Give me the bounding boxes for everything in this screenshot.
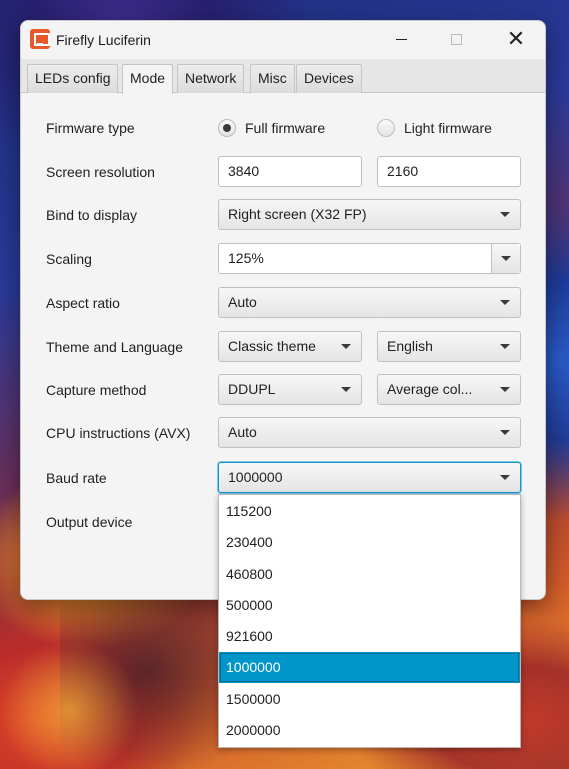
light-firmware-radio[interactable] (377, 119, 395, 137)
tab-bar: LEDs config Mode Network Misc Devices (21, 59, 545, 94)
minimize-button[interactable] (378, 21, 424, 57)
tab-network[interactable]: Network (177, 64, 245, 93)
screen-resolution-label: Screen resolution (46, 164, 155, 180)
bind-to-display-value: Right screen (X32 FP) (228, 206, 367, 222)
chevron-down-icon (500, 387, 510, 392)
capture-method-select[interactable]: DDUPL (218, 374, 362, 405)
baud-rate-select[interactable]: 1000000 (218, 462, 521, 493)
tab-devices[interactable]: Devices (296, 64, 362, 93)
theme-language-label: Theme and Language (46, 339, 183, 355)
tab-leds-config[interactable]: LEDs config (27, 64, 119, 93)
full-firmware-radio[interactable] (218, 119, 236, 137)
language-select[interactable]: English (377, 331, 521, 362)
language-value: English (387, 338, 433, 354)
theme-value: Classic theme (228, 338, 316, 354)
firmware-type-label: Firmware type (46, 120, 135, 136)
aspect-ratio-label: Aspect ratio (46, 295, 120, 311)
maximize-button[interactable] (433, 21, 479, 57)
chevron-down-icon (500, 300, 510, 305)
chevron-down-icon (501, 256, 511, 261)
wallpaper-glow (0, 640, 140, 769)
maximize-icon (450, 33, 462, 45)
light-firmware-label[interactable]: Light firmware (404, 120, 492, 136)
aspect-ratio-select[interactable]: Auto (218, 287, 521, 318)
aspect-ratio-value: Auto (228, 294, 257, 310)
title-bar[interactable]: Firefly Luciferin ✕ (21, 21, 545, 59)
scaling-combo[interactable]: 125% (218, 243, 521, 274)
output-device-label: Output device (46, 514, 133, 530)
chevron-down-icon (500, 344, 510, 349)
chevron-down-icon (500, 475, 510, 480)
chevron-down-icon (500, 430, 510, 435)
tab-mode[interactable]: Mode (122, 64, 174, 94)
cpu-instructions-label: CPU instructions (AVX) (46, 425, 191, 441)
baud-rate-dropdown-list: 115200 230400 460800 500000 921600 10000… (218, 494, 521, 748)
baud-option[interactable]: 500000 (219, 590, 520, 621)
baud-option[interactable]: 2000000 (219, 715, 520, 746)
chevron-down-icon (500, 212, 510, 217)
color-mode-select[interactable]: Average col... (377, 374, 521, 405)
window-title: Firefly Luciferin (56, 32, 151, 48)
minimize-icon (395, 38, 407, 40)
bind-to-display-select[interactable]: Right screen (X32 FP) (218, 199, 521, 230)
baud-rate-label: Baud rate (46, 470, 107, 486)
full-firmware-label[interactable]: Full firmware (245, 120, 325, 136)
tab-misc[interactable]: Misc (250, 64, 295, 93)
cpu-instructions-select[interactable]: Auto (218, 417, 521, 448)
baud-option[interactable]: 1500000 (219, 684, 520, 715)
resolution-width-input[interactable]: 3840 (218, 156, 362, 187)
capture-method-label: Capture method (46, 382, 147, 398)
scaling-dropdown-button[interactable] (491, 244, 520, 273)
baud-option[interactable]: 921600 (219, 621, 520, 652)
cpu-instructions-value: Auto (228, 424, 257, 440)
baud-rate-value: 1000000 (228, 469, 283, 485)
chevron-down-icon (341, 387, 351, 392)
close-button[interactable]: ✕ (493, 21, 539, 57)
scaling-value[interactable]: 125% (228, 244, 264, 273)
color-mode-value: Average col... (387, 381, 473, 397)
app-icon (30, 29, 50, 49)
theme-select[interactable]: Classic theme (218, 331, 362, 362)
bind-to-display-label: Bind to display (46, 207, 138, 223)
capture-method-value: DDUPL (228, 381, 276, 397)
baud-option[interactable]: 115200 (219, 496, 520, 527)
resolution-height-input[interactable]: 2160 (377, 156, 521, 187)
baud-option[interactable]: 460800 (219, 559, 520, 590)
scaling-label: Scaling (46, 251, 92, 267)
baud-option[interactable]: 230400 (219, 527, 520, 558)
close-icon: ✕ (506, 26, 526, 51)
baud-option-selected[interactable]: 1000000 (219, 652, 520, 683)
chevron-down-icon (341, 344, 351, 349)
